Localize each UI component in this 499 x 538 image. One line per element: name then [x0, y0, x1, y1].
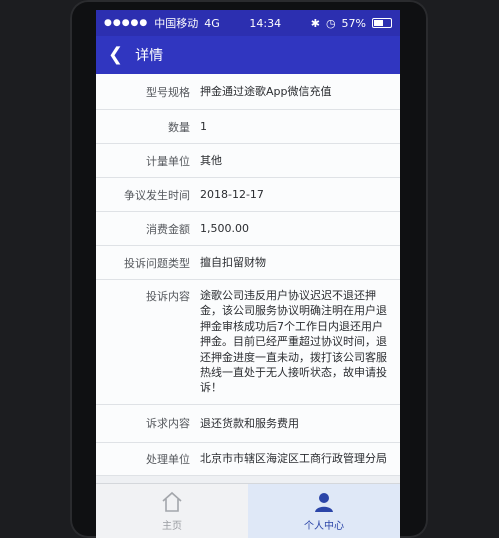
detail-row-model: 型号规格 押金通过途歌App微信充值 [96, 74, 400, 110]
detail-row-complaint-type: 投诉问题类型 擅自扣留财物 [96, 246, 400, 280]
detail-value: 押金通过途歌App微信充值 [200, 84, 332, 98]
detail-label: 处理单位 [146, 452, 190, 466]
detail-row-handling-unit: 处理单位 北京市市辖区海淀区工商行政管理分局 [96, 442, 400, 476]
detail-value: 途歌公司违反用户协议迟迟不退还押金，该公司服务协议明确注明在用户退押金审核成功后… [200, 289, 387, 395]
back-arrow-icon[interactable]: ❮ [108, 46, 123, 64]
detail-value: 北京市市辖区海淀区工商行政管理分局 [200, 451, 387, 465]
detail-label: 投诉内容 [146, 290, 190, 303]
detail-label: 消费金额 [146, 222, 190, 236]
detail-value: 1,500.00 [200, 221, 249, 235]
detail-list: 型号规格 押金通过途歌App微信充值 数量 1 计量单位 其他 争议发生时间 2… [96, 74, 400, 476]
detail-value: 擅自扣留财物 [200, 255, 266, 269]
detail-row-complaint-content: 投诉内容 途歌公司违反用户协议迟迟不退还押金，该公司服务协议明确注明在用户退押金… [96, 280, 400, 405]
status-bar: ●●●●● 中国移动 4G 14:34 ✱ ◷ 57% [96, 10, 400, 36]
detail-value: 2018-12-17 [200, 187, 264, 201]
tab-label: 个人中心 [304, 521, 344, 532]
carrier-label: 中国移动 [154, 17, 199, 30]
detail-label: 投诉问题类型 [124, 256, 190, 270]
navigation-bar: ❮ 详情 [96, 36, 400, 74]
detail-row-dispute-date: 争议发生时间 2018-12-17 [96, 178, 400, 212]
tab-home[interactable]: 主页 [96, 484, 248, 538]
detail-value: 其他 [200, 153, 222, 167]
detail-row-unit: 计量单位 其他 [96, 144, 400, 178]
detail-value: 退还货款和服务费用 [200, 416, 299, 430]
detail-value: 1 [200, 119, 207, 133]
clock: 14:34 [249, 16, 282, 30]
tab-bar: 主页 个人中心 [96, 483, 400, 538]
detail-row-amount: 消费金额 1,500.00 [96, 212, 400, 246]
tab-label: 主页 [162, 521, 182, 532]
battery-percent: 57% [341, 16, 366, 30]
detail-label: 争议发生时间 [124, 188, 190, 202]
network-label: 4G [204, 16, 220, 30]
detail-label: 诉求内容 [146, 417, 190, 431]
detail-label: 型号规格 [146, 85, 190, 99]
screen: ●●●●● 中国移动 4G 14:34 ✱ ◷ 57% ❮ 详情 型号规格 押金… [96, 10, 400, 538]
bluetooth-icon: ✱ [310, 16, 320, 30]
alarm-icon: ◷ [325, 16, 336, 30]
home-icon [162, 491, 182, 512]
detail-row-quantity: 数量 1 [96, 110, 400, 144]
detail-label: 计量单位 [146, 154, 190, 168]
user-icon [315, 493, 333, 512]
detail-row-demand: 诉求内容 退还货款和服务费用 [96, 404, 400, 443]
signal-icon: ●●●●● [104, 18, 149, 28]
detail-label: 数量 [168, 120, 190, 134]
tab-personal-center[interactable]: 个人中心 [248, 484, 400, 538]
page-title: 详情 [135, 48, 164, 64]
battery-icon [372, 18, 392, 28]
